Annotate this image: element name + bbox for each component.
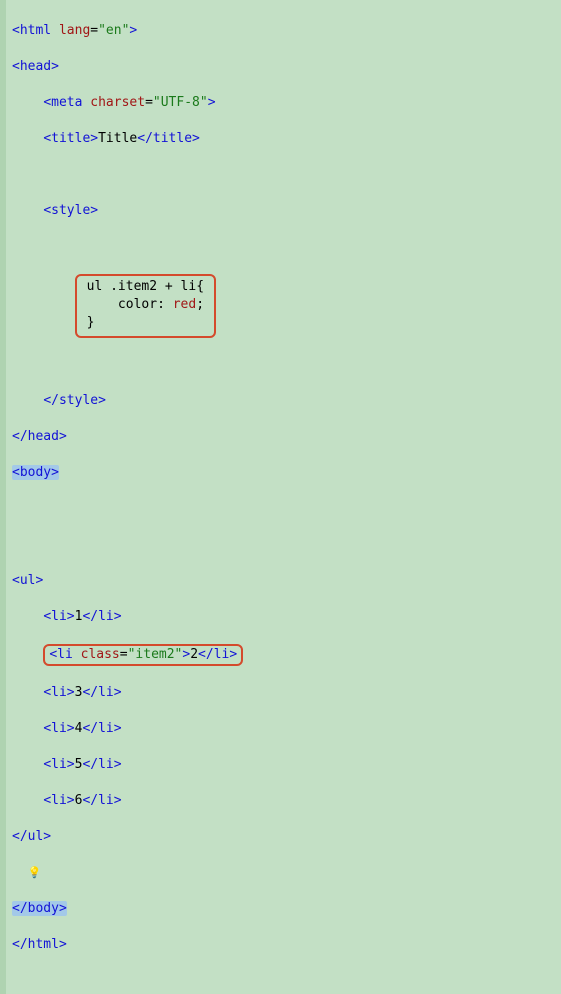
code-line: <html lang="en"> <box>12 22 243 40</box>
indent <box>12 793 43 808</box>
indent <box>12 609 43 624</box>
tag: <ul> <box>12 573 43 588</box>
css-close: } <box>87 315 95 330</box>
code-line: </ul> <box>12 828 243 846</box>
attr-value: "UTF-8" <box>153 95 208 110</box>
attr-name: lang <box>59 23 90 38</box>
op: = <box>90 23 98 38</box>
attr-value: "item2" <box>128 647 183 662</box>
highlight-box-icon: <li class="item2">2</li> <box>43 644 243 666</box>
code-line: <ul> <box>12 572 243 590</box>
code-line: <li>5</li> <box>12 756 243 774</box>
code-area: <html lang="en"> <head> <meta charset="U… <box>6 0 243 994</box>
attr-value: "en" <box>98 23 129 38</box>
indent <box>12 95 43 110</box>
blank-line <box>12 238 243 256</box>
code-line: <li>3</li> <box>12 684 243 702</box>
lightbulb-icon[interactable]: 💡 <box>28 864 42 882</box>
code-line: </head> <box>12 428 243 446</box>
attr-name: class <box>81 647 120 662</box>
tag: <meta <box>43 95 90 110</box>
blank-line <box>12 356 243 374</box>
tag: </li> <box>198 647 237 662</box>
code-line: <title>Title</title> <box>12 130 243 148</box>
tag: </li> <box>82 685 121 700</box>
css-selector: ul .item2 + li{ <box>87 279 204 294</box>
code-line: <body> <box>12 464 243 482</box>
text: 2 <box>190 647 198 662</box>
text: 4 <box>75 721 83 736</box>
tag: </ul> <box>12 829 51 844</box>
op: = <box>120 647 128 662</box>
tag: </li> <box>82 609 121 624</box>
code-line: </style> <box>12 392 243 410</box>
code-line: <head> <box>12 58 243 76</box>
tag: <style> <box>43 203 98 218</box>
code-line: <li class="item2">2</li> <box>12 644 243 666</box>
indent <box>12 685 43 700</box>
tag: > <box>129 23 137 38</box>
tag: <html <box>12 23 59 38</box>
indent <box>12 647 43 662</box>
tag: <li <box>49 647 80 662</box>
tag: </li> <box>82 793 121 808</box>
blank-line <box>12 166 243 184</box>
indent <box>12 393 43 408</box>
tag: </title> <box>137 131 200 146</box>
tag: <li> <box>43 793 74 808</box>
tag: > <box>208 95 216 110</box>
indent <box>12 131 43 146</box>
op: = <box>145 95 153 110</box>
code-editor: <html lang="en"> <head> <meta charset="U… <box>0 0 561 994</box>
tag: <li> <box>43 685 74 700</box>
code-line: <li>4</li> <box>12 720 243 738</box>
css-rule-semi: ; <box>196 297 204 312</box>
tag: <title> <box>43 131 98 146</box>
tag: </style> <box>43 393 106 408</box>
blank-line <box>12 500 243 518</box>
code-line: <style> <box>12 202 243 220</box>
tag: </li> <box>82 757 121 772</box>
text: 3 <box>75 685 83 700</box>
indent <box>12 721 43 736</box>
tag: <head> <box>12 59 59 74</box>
tag: </html> <box>12 937 67 952</box>
css-rule-prop: color: <box>87 297 173 312</box>
tag: </li> <box>82 721 121 736</box>
tag: > <box>182 647 190 662</box>
highlight-box-icon: ul .item2 + li{ color: red; } <box>75 274 216 338</box>
tag: <li> <box>43 721 74 736</box>
code-line: 💡 <box>12 864 243 882</box>
indent <box>12 757 43 772</box>
code-line: </body> <box>12 900 243 918</box>
code-line: <meta charset="UTF-8"> <box>12 94 243 112</box>
highlight-css-block: ul .item2 + li{ color: red; } <box>12 274 243 338</box>
css-rule-value: red <box>173 297 196 312</box>
tag: </head> <box>12 429 67 444</box>
text: 6 <box>75 793 83 808</box>
text: 5 <box>75 757 83 772</box>
blank-line <box>12 536 243 554</box>
tag-highlighted: <body> <box>12 465 59 480</box>
tag: <li> <box>43 757 74 772</box>
text: 1 <box>75 609 83 624</box>
attr-name: charset <box>90 95 145 110</box>
code-line: </html> <box>12 936 243 954</box>
tag-highlighted: </body> <box>12 901 67 916</box>
indent <box>12 203 43 218</box>
code-line: <li>1</li> <box>12 608 243 626</box>
code-line: <li>6</li> <box>12 792 243 810</box>
text: Title <box>98 131 137 146</box>
tag: <li> <box>43 609 74 624</box>
